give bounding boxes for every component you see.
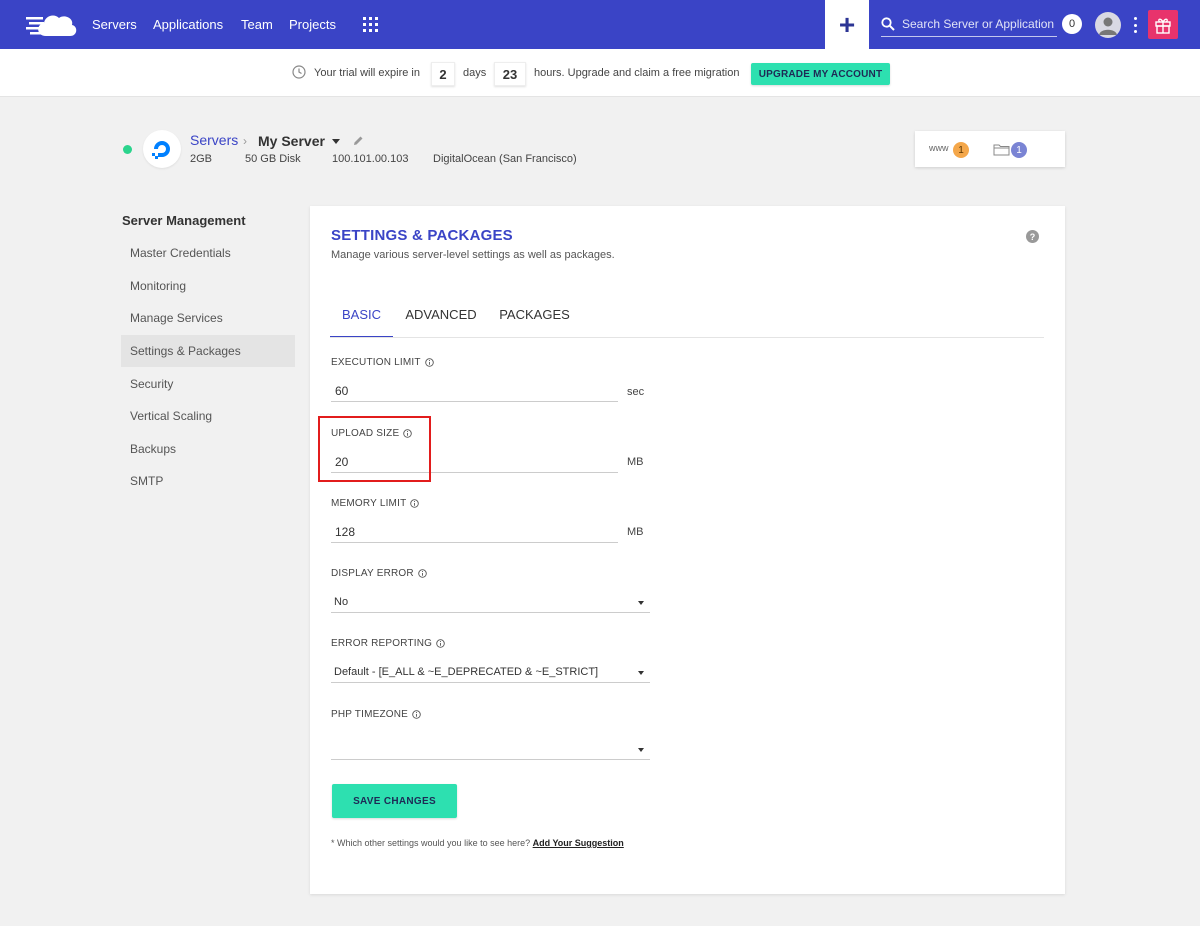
- chevron-down-icon: [638, 748, 644, 752]
- trial-prefix-text: Your trial will expire in: [314, 67, 420, 79]
- tab-basic[interactable]: BASIC: [330, 307, 393, 338]
- error-reporting-label: ERROR REPORTING: [331, 638, 445, 649]
- memory-limit-label: MEMORY LIMIT: [331, 498, 420, 509]
- top-navbar: Servers Applications Team Projects + 0: [0, 0, 1200, 49]
- plus-icon: +: [838, 8, 856, 40]
- folder-icon[interactable]: [993, 143, 1010, 156]
- save-changes-button[interactable]: SAVE CHANGES: [332, 784, 457, 818]
- error-reporting-label-text: ERROR REPORTING: [331, 638, 433, 649]
- sidebar-item-manage-services[interactable]: Manage Services: [121, 302, 295, 334]
- execution-limit-unit: sec: [627, 386, 645, 398]
- digitalocean-icon: [152, 141, 170, 159]
- nav-link-team[interactable]: Team: [241, 17, 273, 32]
- sidebar-item-security[interactable]: Security: [121, 368, 295, 400]
- sidebar-item-smtp[interactable]: SMTP: [121, 465, 295, 497]
- trial-bar: Your trial will expire in 2 days 23 hour…: [0, 49, 1200, 97]
- search-icon[interactable]: [881, 17, 895, 31]
- digitalocean-logo: [143, 130, 181, 168]
- execution-limit-input[interactable]: [331, 380, 618, 402]
- nav-link-applications[interactable]: Applications: [153, 17, 223, 32]
- help-icon[interactable]: ?: [1026, 230, 1039, 243]
- trial-days-label: days: [463, 67, 487, 79]
- server-stats-card: www: [915, 131, 1065, 167]
- add-button[interactable]: +: [825, 0, 869, 49]
- info-icon[interactable]: [424, 358, 434, 367]
- server-status-indicator: [123, 145, 132, 154]
- tabs-divider: [330, 337, 1044, 338]
- more-menu-icon[interactable]: [1133, 17, 1137, 33]
- breadcrumb-servers-link[interactable]: Servers: [190, 132, 238, 148]
- execution-limit-label: EXECUTION LIMIT: [331, 357, 434, 368]
- search-box: [881, 13, 1057, 37]
- sidebar-title: Server Management: [122, 213, 246, 228]
- suggestion-footnote: * Which other settings would you like to…: [331, 838, 624, 848]
- sidebar-item-vertical-scaling[interactable]: Vertical Scaling: [121, 400, 295, 432]
- chevron-down-icon: [638, 601, 644, 605]
- user-icon: [1099, 17, 1117, 35]
- server-ram: 2GB: [190, 153, 213, 165]
- php-timezone-select[interactable]: [331, 738, 650, 760]
- trial-hours-text: hours. Upgrade and claim a free migratio…: [534, 67, 740, 79]
- notification-count-badge[interactable]: 0: [1062, 14, 1082, 34]
- display-error-label: DISPLAY ERROR: [331, 568, 427, 579]
- info-icon[interactable]: [436, 639, 445, 648]
- server-ip: 100.101.00.103: [332, 153, 409, 165]
- sidebar-item-settings-packages[interactable]: Settings & Packages: [121, 335, 295, 367]
- gift-button[interactable]: [1148, 10, 1178, 39]
- www-label[interactable]: www: [929, 143, 949, 153]
- chevron-down-icon: [638, 671, 644, 675]
- error-reporting-select[interactable]: Default - [E_ALL & ~E_DEPRECATED & ~E_ST…: [331, 661, 650, 683]
- memory-limit-input[interactable]: [331, 521, 618, 543]
- page-subtitle: Manage various server-level settings as …: [331, 249, 615, 261]
- clock-icon: [292, 65, 306, 79]
- trial-days-count: 2: [431, 62, 455, 86]
- settings-card: SETTINGS & PACKAGES Manage various serve…: [310, 206, 1065, 894]
- php-timezone-label-text: PHP TIMEZONE: [331, 709, 409, 720]
- php-timezone-label: PHP TIMEZONE: [331, 709, 421, 720]
- nav-link-servers[interactable]: Servers: [92, 17, 137, 32]
- info-icon[interactable]: [410, 499, 420, 508]
- footnote-text: * Which other settings would you like to…: [331, 838, 531, 848]
- avatar[interactable]: [1095, 12, 1121, 38]
- display-error-value: No: [334, 595, 349, 608]
- tab-packages[interactable]: PACKAGES: [499, 307, 570, 338]
- upload-size-highlight: [318, 416, 431, 482]
- page-title: SETTINGS & PACKAGES: [331, 227, 513, 244]
- server-provider: DigitalOcean (San Francisco): [433, 153, 577, 165]
- apps-grid-icon[interactable]: [363, 17, 378, 32]
- add-suggestion-link[interactable]: Add Your Suggestion: [533, 838, 624, 848]
- apps-count-badge[interactable]: 1: [953, 142, 969, 158]
- files-count-badge[interactable]: 1: [1011, 142, 1027, 158]
- nav-link-projects[interactable]: Projects: [289, 17, 336, 32]
- display-error-label-text: DISPLAY ERROR: [331, 568, 414, 579]
- sidebar-item-monitoring[interactable]: Monitoring: [121, 270, 295, 302]
- memory-limit-label-text: MEMORY LIMIT: [331, 498, 407, 509]
- sidebar-item-backups[interactable]: Backups: [121, 433, 295, 465]
- error-reporting-value: Default - [E_ALL & ~E_DEPRECATED & ~E_ST…: [334, 665, 599, 678]
- info-icon[interactable]: [418, 569, 427, 578]
- search-input[interactable]: [902, 15, 1057, 33]
- trial-hours-count: 23: [494, 62, 526, 86]
- server-disk: 50 GB Disk: [245, 153, 301, 165]
- breadcrumb-chevron-icon: ›: [243, 134, 247, 148]
- display-error-select[interactable]: No: [331, 591, 650, 613]
- sidebar-item-master-credentials[interactable]: Master Credentials: [121, 237, 295, 269]
- cloudways-logo[interactable]: [26, 10, 78, 38]
- server-name: My Server: [258, 133, 325, 149]
- upload-size-unit: MB: [627, 456, 644, 468]
- edit-pencil-icon[interactable]: [353, 135, 364, 146]
- tab-advanced[interactable]: ADVANCED: [405, 307, 477, 338]
- execution-limit-label-text: EXECUTION LIMIT: [331, 357, 421, 368]
- upgrade-account-button[interactable]: UPGRADE MY ACCOUNT: [751, 63, 890, 85]
- gift-icon: [1155, 18, 1171, 34]
- info-icon[interactable]: [412, 710, 421, 719]
- server-switcher-caret-icon[interactable]: [332, 139, 340, 144]
- memory-limit-unit: MB: [627, 526, 644, 538]
